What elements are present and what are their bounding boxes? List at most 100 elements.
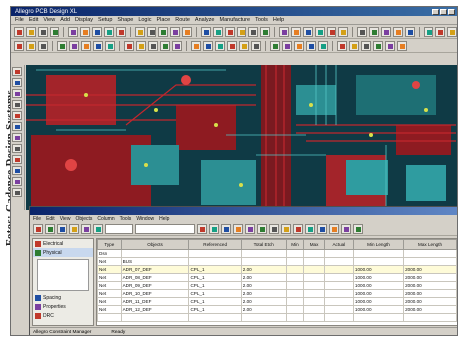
pcb-canvas[interactable] xyxy=(26,65,457,210)
table-cell[interactable]: ADR_08_DEF xyxy=(120,273,190,282)
nav-item-physical[interactable]: Physical xyxy=(33,248,93,257)
table-cell[interactable]: CPL_1 xyxy=(188,273,242,282)
secondary-tool-button[interactable] xyxy=(306,40,316,51)
sub-menu-view[interactable]: View xyxy=(60,216,71,222)
table-cell[interactable]: 1000.00 xyxy=(352,265,405,274)
side-tool-button[interactable] xyxy=(12,144,22,153)
sub-tool-button[interactable] xyxy=(57,224,67,234)
main-tool-button[interactable] xyxy=(134,26,145,37)
table-cell[interactable]: 2000.00 xyxy=(403,289,457,298)
object-filter-input[interactable] xyxy=(105,224,133,234)
secondary-tool-button[interactable] xyxy=(385,40,395,51)
side-tool-button[interactable] xyxy=(12,111,22,120)
table-cell[interactable]: 1000.00 xyxy=(352,281,405,290)
table-cell[interactable]: 1000.00 xyxy=(352,273,405,282)
sub-tool-button[interactable] xyxy=(281,224,291,234)
sub-tool-button[interactable] xyxy=(197,224,207,234)
main-tool-button[interactable] xyxy=(158,26,169,37)
secondary-tool-button[interactable] xyxy=(270,40,280,51)
sub-tool-button[interactable] xyxy=(329,224,339,234)
menu-setup[interactable]: Setup xyxy=(98,17,112,23)
secondary-tool-button[interactable] xyxy=(282,40,292,51)
secondary-tool-button[interactable] xyxy=(148,40,158,51)
main-tool-button[interactable] xyxy=(279,26,289,37)
table-cell[interactable] xyxy=(303,305,325,314)
table-cell[interactable] xyxy=(323,257,354,266)
table-cell[interactable]: CPL_1 xyxy=(188,281,242,290)
sub-tool-button[interactable] xyxy=(245,224,255,234)
table-cell[interactable] xyxy=(303,249,325,258)
sub-tool-button[interactable] xyxy=(293,224,303,234)
secondary-tool-button[interactable] xyxy=(397,40,407,51)
table-cell[interactable]: ADR_10_DEF xyxy=(120,289,190,298)
table-cell[interactable]: ADR_09_DEF xyxy=(120,281,190,290)
column-header[interactable]: Min xyxy=(285,239,305,250)
table-cell[interactable] xyxy=(403,257,457,266)
sub-tool-button[interactable] xyxy=(317,224,327,234)
table-cell[interactable] xyxy=(303,297,325,306)
table-cell[interactable] xyxy=(323,289,354,298)
table-cell[interactable]: Net xyxy=(97,305,122,314)
table-cell[interactable] xyxy=(188,257,242,266)
table-cell[interactable] xyxy=(240,257,287,266)
main-tool-button[interactable] xyxy=(435,26,446,37)
main-tool-button[interactable] xyxy=(447,26,457,37)
main-tool-button[interactable] xyxy=(104,26,114,37)
table-cell[interactable]: 2000.00 xyxy=(403,273,457,282)
table-cell[interactable]: Net xyxy=(97,281,122,290)
sub-tool-button[interactable] xyxy=(45,224,55,234)
table-cell[interactable]: 2.00 xyxy=(240,289,287,298)
main-tool-button[interactable] xyxy=(392,26,403,37)
side-tool-button[interactable] xyxy=(12,188,22,197)
main-tool-button[interactable] xyxy=(423,26,434,37)
table-cell[interactable] xyxy=(352,249,405,258)
main-tool-button[interactable] xyxy=(146,26,157,37)
main-tool-button[interactable] xyxy=(404,26,415,37)
secondary-tool-button[interactable] xyxy=(251,40,261,51)
secondary-tool-button[interactable] xyxy=(215,40,225,51)
table-cell[interactable] xyxy=(303,257,325,266)
sub-tool-button[interactable] xyxy=(93,224,103,234)
secondary-tool-button[interactable] xyxy=(294,40,304,51)
table-row[interactable]: Net ADR_12_DEF CPL_1 2.00 1000.00 2000.00 xyxy=(97,305,457,314)
column-header[interactable]: Actual xyxy=(323,239,354,250)
table-cell[interactable] xyxy=(303,265,325,274)
secondary-tool-button[interactable] xyxy=(136,40,146,51)
table-cell[interactable] xyxy=(285,273,305,282)
nav-item-spacing[interactable]: Spacing xyxy=(33,293,93,302)
table-cell[interactable] xyxy=(285,305,305,314)
sub-tool-button[interactable] xyxy=(33,224,43,234)
secondary-tool-button[interactable] xyxy=(160,40,170,51)
main-tool-button[interactable] xyxy=(326,26,337,37)
table-cell[interactable]: 2000.00 xyxy=(403,305,457,314)
table-cell[interactable] xyxy=(323,305,354,314)
table-row[interactable]: Net ADR_11_DEF CPL_1 2.00 1000.00 2000.00 xyxy=(97,297,457,306)
table-cell[interactable] xyxy=(303,289,325,298)
table-cell[interactable]: 2000.00 xyxy=(403,265,457,274)
side-tool-button[interactable] xyxy=(12,155,22,164)
menu-add[interactable]: Add xyxy=(60,17,70,23)
secondary-tool-button[interactable] xyxy=(239,40,249,51)
secondary-tool-button[interactable] xyxy=(93,40,103,51)
table-cell[interactable] xyxy=(323,281,354,290)
close-button[interactable] xyxy=(448,8,455,15)
main-tool-button[interactable] xyxy=(37,26,48,37)
menu-place[interactable]: Place xyxy=(156,17,170,23)
side-tool-button[interactable] xyxy=(12,78,22,87)
table-cell[interactable]: CPL_1 xyxy=(188,265,242,274)
main-tool-button[interactable] xyxy=(80,26,91,37)
table-cell[interactable]: 2000.00 xyxy=(403,281,457,290)
table-cell[interactable]: ADR_12_DEF xyxy=(120,305,190,314)
sub-menu-objects[interactable]: Objects xyxy=(75,216,92,222)
sub-tool-button[interactable] xyxy=(81,224,91,234)
sub-menu-file[interactable]: File xyxy=(33,216,41,222)
sub-tool-button[interactable] xyxy=(69,224,79,234)
side-tool-button[interactable] xyxy=(12,122,22,131)
sub-tool-button[interactable] xyxy=(341,224,351,234)
table-row[interactable]: Net ADR_07_DEF CPL_1 2.00 1000.00 2000.00 xyxy=(97,265,457,274)
main-tool-button[interactable] xyxy=(14,26,24,37)
main-tool-button[interactable] xyxy=(369,26,379,37)
sub-tool-button[interactable] xyxy=(209,224,219,234)
main-tool-button[interactable] xyxy=(182,26,192,37)
side-tool-button[interactable] xyxy=(12,166,22,175)
